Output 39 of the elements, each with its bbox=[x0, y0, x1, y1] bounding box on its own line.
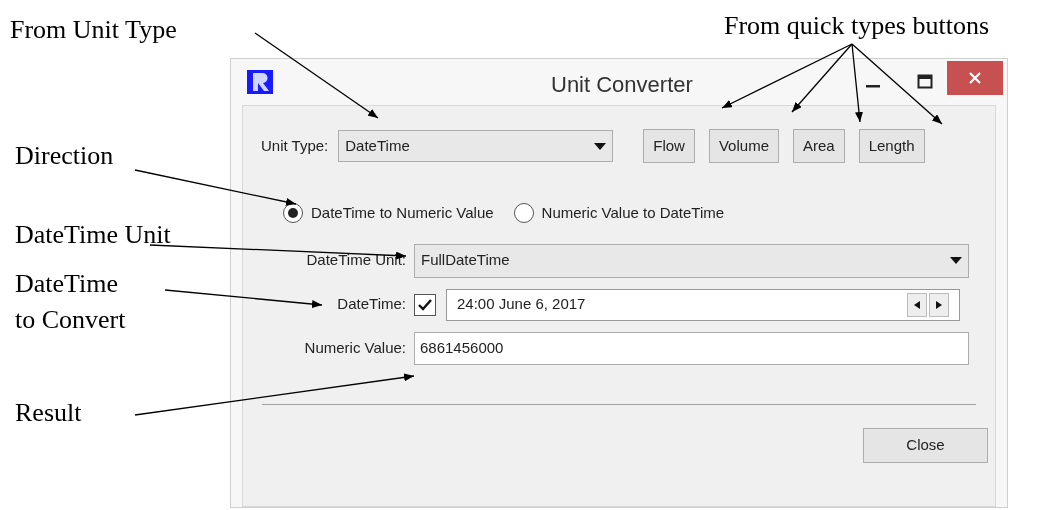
dropdown-value: DateTime bbox=[345, 135, 410, 156]
close-icon bbox=[968, 71, 982, 85]
close-window-button[interactable] bbox=[947, 61, 1003, 95]
annotation-text: Result bbox=[15, 397, 82, 429]
radio-button[interactable] bbox=[513, 203, 534, 224]
app-logo-icon bbox=[247, 70, 273, 94]
next-arrow-button[interactable] bbox=[929, 292, 949, 317]
right-arrow-icon bbox=[936, 300, 942, 309]
dropdown-arrow-icon bbox=[950, 257, 962, 264]
window-title: Unit Converter bbox=[551, 71, 693, 99]
checkbox[interactable] bbox=[414, 293, 436, 316]
numeric-value-label: Numeric Value: bbox=[303, 337, 406, 358]
numeric-value-field[interactable]: 6861456000 bbox=[414, 331, 969, 365]
annotation-text: DateTime Unit bbox=[15, 219, 171, 251]
annotation-text: DateTime to Convert bbox=[15, 268, 126, 336]
unit-type-label: Unit Type: bbox=[261, 135, 329, 156]
radio-button[interactable] bbox=[283, 203, 303, 224]
dropdown-arrow-icon bbox=[594, 142, 607, 150]
checkmark-icon bbox=[418, 298, 432, 311]
radio-label: Numeric Value to DateTime bbox=[541, 203, 725, 223]
datetime-label: DateTime: bbox=[336, 294, 406, 315]
dropdown-value: FullDateTime bbox=[421, 250, 510, 271]
previous-arrow-button[interactable] bbox=[907, 292, 927, 317]
left-arrow-icon bbox=[914, 300, 920, 309]
annotation-text: From Unit Type bbox=[10, 14, 177, 46]
maximize-icon[interactable] bbox=[917, 74, 933, 90]
datetime-unit-dropdown[interactable]: FullDateTime bbox=[414, 243, 969, 278]
quick-type-button[interactable]: Length bbox=[858, 129, 925, 163]
datetime-field[interactable]: 24:00 June 6, 2017 bbox=[446, 288, 960, 321]
quick-type-button[interactable]: Area bbox=[793, 129, 845, 163]
close-button[interactable]: Close bbox=[863, 427, 988, 463]
quick-type-button[interactable]: Volume bbox=[708, 129, 779, 163]
field-value: 6861456000 bbox=[420, 337, 504, 358]
radio-label: DateTime to Numeric Value bbox=[311, 203, 494, 223]
quick-type-button[interactable]: Flow bbox=[643, 129, 695, 163]
annotation-text: Direction bbox=[15, 140, 114, 172]
unit-type-dropdown[interactable]: DateTime bbox=[338, 130, 614, 162]
field-value: 24:00 June 6, 2017 bbox=[457, 294, 586, 315]
annotation-text: From quick types buttons bbox=[724, 10, 990, 42]
